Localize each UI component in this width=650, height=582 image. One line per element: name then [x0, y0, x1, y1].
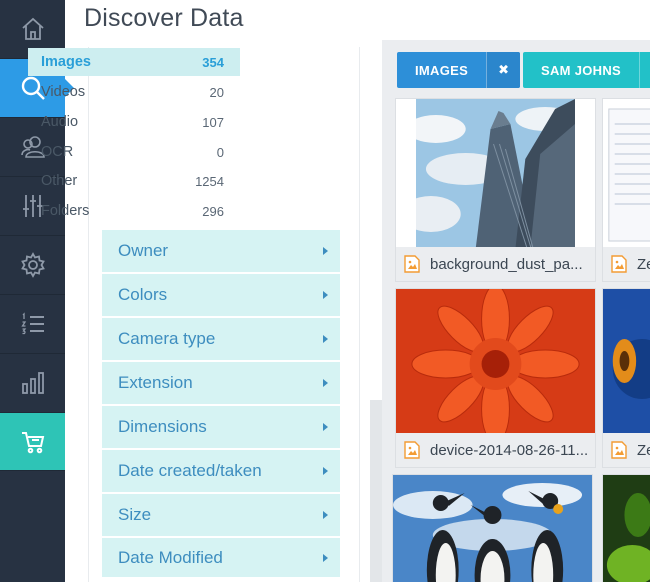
result-filename: Ze	[637, 441, 650, 459]
facet-extension[interactable]: Extension	[102, 362, 340, 405]
image-file-icon	[404, 255, 420, 273]
facet-date-modified[interactable]: Date Modified	[102, 538, 340, 578]
filter-type-images[interactable]: Images 354	[28, 48, 240, 76]
result-card[interactable]	[602, 474, 650, 582]
caret-right-icon	[323, 553, 328, 562]
document-image	[603, 99, 650, 249]
filter-type-folders[interactable]: Folders 296	[28, 197, 240, 225]
result-caption: Ze	[603, 247, 650, 281]
result-thumbnail[interactable]	[603, 289, 650, 439]
active-tag-images: IMAGES ✖	[397, 52, 521, 88]
result-card[interactable]: Ze	[602, 98, 650, 282]
facet-label: Extension	[118, 373, 193, 392]
rail-list[interactable]	[0, 295, 65, 354]
caret-right-icon	[323, 423, 328, 431]
result-thumbnail[interactable]	[603, 475, 650, 582]
filter-type-label: Videos	[41, 84, 86, 100]
result-thumbnail[interactable]	[393, 475, 592, 582]
facet-label: Dimensions	[118, 417, 207, 436]
home-icon	[21, 17, 44, 40]
filter-type-label: OCR	[41, 144, 74, 160]
rail-reports[interactable]	[0, 354, 65, 413]
image-file-icon	[611, 255, 627, 273]
facet-label: Owner	[118, 241, 169, 260]
filter-type-count: 107	[202, 114, 224, 130]
caret-right-icon	[323, 467, 328, 475]
close-icon[interactable]: ✖	[639, 52, 650, 88]
filter-type-count: 1254	[195, 173, 224, 189]
result-card[interactable]: Ze	[602, 288, 650, 468]
tag-label: SAM JOHNS	[541, 62, 621, 78]
facet-label: Camera type	[118, 329, 216, 348]
close-icon[interactable]: ✖	[486, 52, 521, 88]
result-caption: background_dust_pa...	[396, 247, 595, 281]
filter-type-label: Audio	[41, 114, 79, 130]
result-caption: device-2014-08-26-11...	[396, 433, 595, 467]
image-file-icon	[611, 441, 627, 459]
facet-owner[interactable]: Owner	[102, 230, 340, 273]
facet-dimensions[interactable]: Dimensions	[102, 406, 340, 449]
result-filename: Ze	[637, 255, 650, 273]
filter-scrollbar[interactable]	[370, 400, 382, 582]
caret-right-icon	[323, 379, 328, 387]
penguins-image	[393, 475, 592, 582]
facet-label: Date Modified	[118, 547, 223, 567]
result-thumbnail[interactable]	[603, 99, 650, 249]
cart-icon	[21, 431, 44, 453]
gear-icon	[20, 252, 45, 278]
filter-type-count: 296	[202, 203, 224, 219]
results-area: IMAGES ✖ SAM JOHNS ✖	[382, 40, 650, 582]
result-thumbnail[interactable]	[396, 99, 595, 249]
result-thumbnail[interactable]	[396, 289, 595, 439]
filter-type-count: 0	[216, 144, 224, 160]
caret-right-icon	[323, 247, 328, 255]
facet-size[interactable]: Size	[102, 494, 340, 537]
result-card[interactable]	[392, 474, 593, 582]
rail-settings[interactable]	[0, 236, 65, 295]
filter-type-label: Other	[41, 173, 78, 189]
result-card[interactable]: background_dust_pa...	[395, 98, 596, 282]
active-tag-sam-johns: SAM JOHNS ✖	[523, 52, 650, 88]
filter-type-count: 354	[202, 54, 224, 70]
filter-type-label: Folders	[41, 203, 90, 219]
filter-type-ocr[interactable]: OCR 0	[28, 138, 240, 166]
caret-right-icon	[323, 335, 328, 343]
caret-right-icon	[323, 511, 328, 519]
image-file-icon	[404, 441, 420, 459]
result-filename: device-2014-08-26-11...	[430, 441, 589, 459]
facet-label: Size	[118, 505, 152, 524]
filter-type-other[interactable]: Other 1254	[28, 167, 240, 195]
result-filename: background_dust_pa...	[430, 255, 583, 273]
facet-date-created[interactable]: Date created/taken	[102, 450, 340, 493]
facet-label: Date created/taken	[118, 461, 262, 480]
numbered-list-icon	[20, 312, 44, 335]
tag-label: IMAGES	[415, 62, 469, 78]
facet-camera-type[interactable]: Camera type	[102, 318, 340, 361]
caret-right-icon	[323, 291, 328, 299]
facet-label: Colors	[118, 285, 168, 304]
bar-chart-icon	[21, 372, 44, 394]
skyscraper-image	[416, 99, 575, 249]
result-caption: Ze	[603, 433, 650, 467]
filter-type-label: Images	[41, 54, 91, 70]
flower-image	[396, 289, 595, 439]
facet-colors[interactable]: Colors	[102, 274, 340, 317]
result-card[interactable]: device-2014-08-26-11...	[395, 288, 596, 468]
filter-type-videos[interactable]: Videos 20	[28, 78, 240, 106]
filter-type-audio[interactable]: Audio 107	[28, 108, 240, 136]
plant-image	[603, 475, 650, 582]
rail-cart[interactable]	[0, 413, 65, 471]
filter-type-count: 20	[209, 84, 224, 100]
page-title: Discover Data	[84, 4, 244, 32]
fruit-image	[603, 289, 650, 439]
